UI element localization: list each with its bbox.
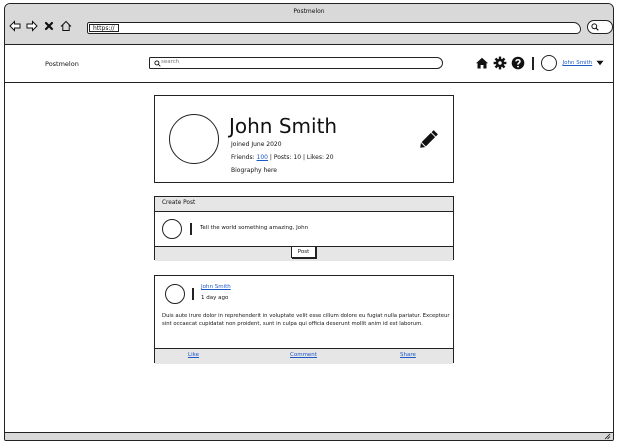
joined-date: Joined June 2020 [231, 141, 282, 148]
text-cursor [190, 223, 192, 235]
post-author-link[interactable]: John Smith [201, 284, 231, 290]
url-prefix: https:// [89, 24, 119, 32]
post-timestamp: 1 day ago [201, 295, 229, 301]
browser-nav [9, 17, 72, 36]
profile-card: John Smith Joined June 2020 Friends: 100… [154, 95, 454, 183]
avatar [165, 284, 185, 304]
back-arrow-icon[interactable] [9, 17, 21, 36]
profile-name: John Smith [229, 114, 338, 138]
address-bar[interactable]: https:// [87, 22, 581, 34]
chevron-down-icon[interactable] [596, 60, 604, 66]
app-header: Postmelon search John Smith [5, 46, 613, 83]
user-menu-link[interactable]: John Smith [563, 60, 593, 66]
avatar [162, 219, 182, 239]
browser-window: Postmelon https:// Postmelon search John… [4, 3, 614, 441]
forward-arrow-icon[interactable] [26, 17, 38, 36]
help-icon[interactable] [511, 56, 525, 70]
header-actions: John Smith [475, 55, 604, 71]
search-icon [154, 59, 161, 67]
status-bar [5, 432, 613, 440]
like-button[interactable]: Like [188, 352, 199, 358]
post-body: Duis aute irure dolor in reprehenderit i… [162, 313, 450, 327]
search-input[interactable]: search [149, 57, 443, 69]
comment-button[interactable]: Comment [290, 352, 317, 358]
browser-toolbar: Postmelon https:// [5, 4, 613, 45]
search-placeholder: search [161, 59, 180, 65]
resize-grip-icon[interactable] [603, 432, 611, 440]
browser-search-button[interactable] [587, 20, 613, 34]
search-icon [591, 23, 599, 31]
header-divider [532, 56, 534, 70]
avatar[interactable] [540, 55, 557, 71]
gear-icon[interactable] [493, 56, 507, 70]
create-post-card: Create Post Tell the world something ama… [154, 196, 454, 261]
home-icon[interactable] [475, 56, 489, 70]
brand-logo[interactable]: Postmelon [45, 60, 79, 68]
create-post-title: Create Post [162, 200, 196, 206]
profile-avatar [169, 114, 219, 164]
post-input[interactable]: Tell the world something amazing, John [200, 225, 308, 231]
share-button[interactable]: Share [400, 352, 416, 358]
feed-post: John Smith 1 day ago Duis aute irure dol… [154, 275, 454, 364]
text-cursor [192, 288, 194, 300]
post-button[interactable]: Post [291, 246, 316, 258]
stats-rest: | Posts: 10 | Likes: 20 [269, 154, 334, 161]
friends-count-link[interactable]: 100 [257, 154, 268, 161]
profile-stats: Friends: 100 | Posts: 10 | Likes: 20 [231, 154, 334, 161]
create-post-header: Create Post [155, 197, 453, 212]
home-outline-icon[interactable] [60, 17, 72, 36]
friends-label: Friends: [231, 154, 255, 161]
close-x-icon[interactable] [43, 17, 55, 36]
biography: Biography here [231, 167, 277, 174]
window-title: Postmelon [293, 8, 325, 15]
post-actions: Like Comment Share [155, 348, 453, 364]
pencil-icon[interactable] [416, 128, 440, 152]
